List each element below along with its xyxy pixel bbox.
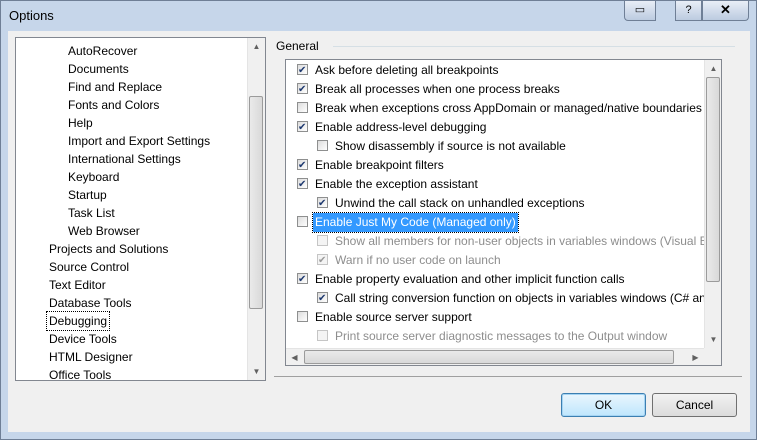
debugging-options-list[interactable]: Print source server diagnostic messages … <box>285 59 722 366</box>
help-button[interactable]: ? <box>675 1 702 21</box>
scroll-up-icon[interactable]: ▲ <box>248 38 265 55</box>
option-checkbox[interactable] <box>297 102 308 113</box>
option-checkbox[interactable] <box>297 61 308 80</box>
option-label: Enable property evaluation and other imp… <box>315 272 625 286</box>
tree-item[interactable]: HTML Designer <box>47 348 135 366</box>
option-label: Show disassembly if source is not availa… <box>335 139 566 153</box>
tree-item[interactable]: Web Browser <box>66 222 142 240</box>
tree-item[interactable]: Projects and Solutions <box>47 240 170 258</box>
title-bar[interactable]: Options ▭ ? ✕ <box>1 1 756 31</box>
option-checkbox[interactable] <box>297 156 308 175</box>
tree-item[interactable]: Debugging <box>45 311 111 331</box>
tree-item[interactable]: Fonts and Colors <box>66 96 161 114</box>
tree-item[interactable]: International Settings <box>66 150 183 168</box>
close-icon: ✕ <box>720 2 731 17</box>
tree-item[interactable]: Startup <box>66 186 109 204</box>
scrollbar-corner <box>704 348 721 365</box>
option-label: Call string conversion function on objec… <box>335 291 721 305</box>
tree-item[interactable]: Source Control <box>47 258 131 276</box>
option-checkbox[interactable] <box>297 175 308 194</box>
option-checkbox[interactable] <box>317 140 328 151</box>
button-divider <box>274 376 742 377</box>
option-label: Warn if no user code on launch <box>335 253 501 267</box>
tree-item[interactable]: Help <box>66 114 95 132</box>
restore-button[interactable]: ▭ <box>624 1 656 21</box>
tree-item[interactable]: AutoRecover <box>66 42 139 60</box>
option-label: Enable breakpoint filters <box>315 158 444 172</box>
options-dialog: Options ▭ ? ✕ Office Tools HTML Designer D… <box>0 0 757 440</box>
tree-item[interactable]: Database Tools <box>47 294 134 312</box>
option-checkbox[interactable] <box>297 80 308 99</box>
option-label: Break when exceptions cross AppDomain or… <box>315 101 721 115</box>
option-checkbox[interactable] <box>297 118 308 137</box>
tree-scroll-thumb[interactable] <box>249 96 263 309</box>
close-button[interactable]: ✕ <box>702 1 749 21</box>
list-horizontal-scrollbar[interactable]: ◀ ▶ <box>286 348 704 365</box>
option-label: Unwind the call stack on unhandled excep… <box>335 196 585 210</box>
cancel-button[interactable]: Cancel <box>652 393 737 417</box>
group-label-general: General <box>276 39 319 53</box>
scroll-down-icon[interactable]: ▼ <box>705 331 721 348</box>
list-hscroll-thumb[interactable] <box>304 350 674 364</box>
option-checkbox[interactable] <box>297 216 308 227</box>
tree-item[interactable]: Find and Replace <box>66 78 164 96</box>
option-checkbox <box>317 330 328 341</box>
tree-vertical-scrollbar[interactable]: ▲ ▼ <box>247 38 265 380</box>
option-checkbox[interactable] <box>297 311 308 322</box>
scroll-down-icon[interactable]: ▼ <box>248 363 265 380</box>
tree-item[interactable]: Keyboard <box>66 168 121 186</box>
list-scroll-thumb[interactable] <box>706 77 720 282</box>
option-checkbox[interactable] <box>317 289 328 308</box>
option-label: Ask before deleting all breakpoints <box>315 63 499 77</box>
option-label: Break all processes when one process bre… <box>315 82 560 96</box>
options-tree[interactable]: Office Tools HTML Designer Device Tools Deb… <box>15 37 266 381</box>
restore-icon: ▭ <box>634 4 646 16</box>
option-checkbox[interactable] <box>317 194 328 213</box>
option-checkbox <box>317 235 328 246</box>
scroll-up-icon[interactable]: ▲ <box>705 60 721 77</box>
tree-item[interactable]: Office Tools <box>47 366 113 380</box>
list-vertical-scrollbar[interactable]: ▲ ▼ <box>704 60 721 348</box>
tree-item[interactable]: Documents <box>66 60 131 78</box>
scroll-right-icon[interactable]: ▶ <box>687 349 704 365</box>
tree-item[interactable]: Task List <box>66 204 117 222</box>
help-icon: ? <box>685 4 692 16</box>
group-divider <box>333 46 735 47</box>
scroll-left-icon[interactable]: ◀ <box>286 349 303 365</box>
tree-item[interactable]: Import and Export Settings <box>66 132 212 150</box>
option-label: Enable the exception assistant <box>315 177 478 191</box>
option-checkbox[interactable] <box>297 270 308 289</box>
tree-item[interactable]: Text Editor <box>47 276 108 294</box>
ok-button[interactable]: OK <box>561 393 646 417</box>
option-label: Enable Just My Code (Managed only) <box>312 212 519 233</box>
option-checkbox <box>317 251 328 270</box>
window-title: Options <box>9 8 54 23</box>
option-label: Show all members for non-user objects in… <box>335 234 722 248</box>
option-label: Enable source server support <box>315 310 472 324</box>
dialog-client-area: Office Tools HTML Designer Device Tools Deb… <box>8 31 750 432</box>
tree-item[interactable]: Device Tools <box>47 330 119 348</box>
option-label: Enable address-level debugging <box>315 120 487 134</box>
option-label: Print source server diagnostic messages … <box>335 329 668 343</box>
